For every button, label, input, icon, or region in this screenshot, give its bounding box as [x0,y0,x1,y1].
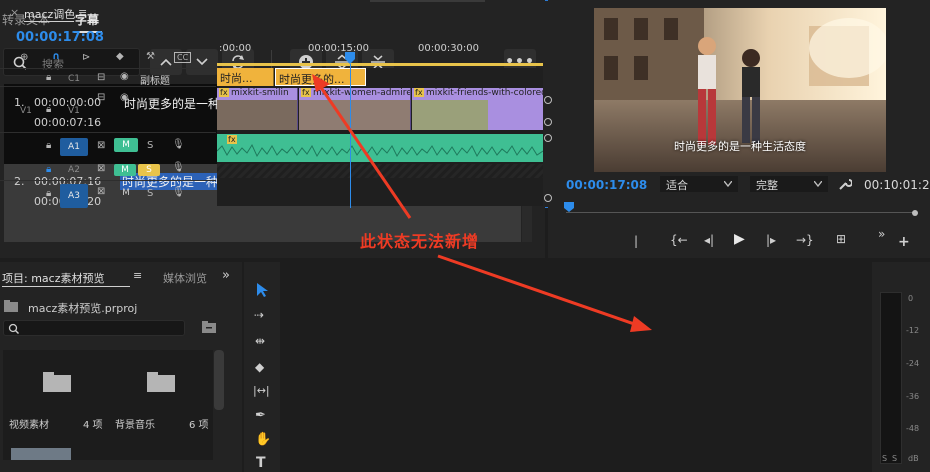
premiere-workspace: 转录文本 字幕 搜索 ••• 1. 00:00:00:00 00:00:07:1… [0,0,930,472]
annotation-text: 此状态无法新增 [360,232,480,251]
